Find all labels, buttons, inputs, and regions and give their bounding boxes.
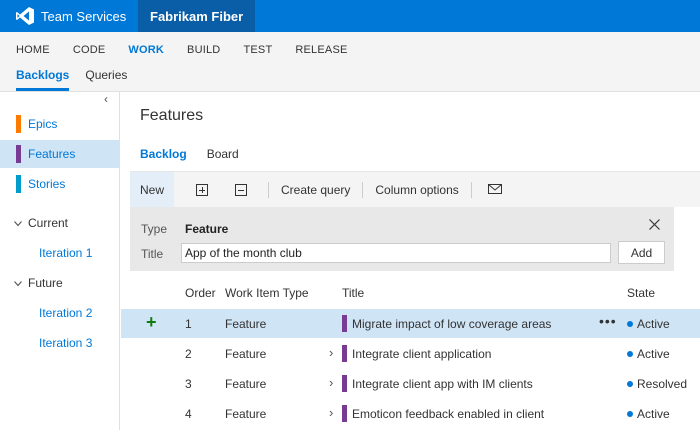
table-row[interactable]: 3 Feature › Integrate client app with IM… xyxy=(121,369,700,398)
title-input[interactable] xyxy=(181,243,611,263)
iteration-2-link[interactable]: Iteration 2 xyxy=(39,306,92,320)
hub-build[interactable]: BUILD xyxy=(187,44,220,56)
title-label: Title xyxy=(141,247,164,261)
feature-color-bar xyxy=(342,345,347,362)
chevron-right-icon[interactable]: › xyxy=(329,375,333,390)
row-order: 3 xyxy=(185,377,192,391)
create-query-button[interactable]: Create query xyxy=(281,183,350,197)
sidebar-item-features[interactable]: Features xyxy=(0,140,119,168)
column-header-work-item-type[interactable]: Work Item Type xyxy=(225,286,309,300)
backlog-toolbar: New Create query Column options xyxy=(130,171,700,208)
iteration-3-link[interactable]: Iteration 3 xyxy=(39,336,92,350)
row-state: Active xyxy=(637,347,670,361)
pivot-queries[interactable]: Queries xyxy=(85,68,127,91)
hub-home[interactable]: HOME xyxy=(16,44,50,56)
row-order: 2 xyxy=(185,347,192,361)
sidebar-item-stories[interactable]: Stories xyxy=(0,170,119,198)
pivot-backlogs[interactable]: Backlogs xyxy=(16,68,70,91)
row-title[interactable]: Migrate impact of low coverage areas xyxy=(352,317,551,331)
column-header-title[interactable]: Title xyxy=(342,286,364,300)
row-state: Active xyxy=(637,317,670,331)
tab-backlog[interactable]: Backlog xyxy=(140,147,187,161)
type-label: Type xyxy=(141,222,168,236)
email-button[interactable] xyxy=(487,183,502,197)
sidebar-item-label: Epics xyxy=(28,117,58,131)
expand-all-button[interactable] xyxy=(196,183,209,196)
state-dot-icon xyxy=(627,351,633,357)
row-type: Feature xyxy=(225,347,267,361)
chevron-down-icon xyxy=(14,279,22,289)
backlog-sidebar: ‹ Epics Features Stories Current Iterati… xyxy=(0,92,120,430)
state-dot-icon xyxy=(627,321,633,327)
chevron-right-icon[interactable]: › xyxy=(329,405,333,420)
feature-color-bar xyxy=(16,145,21,163)
iteration-group-current[interactable]: Current xyxy=(14,216,68,230)
add-item-panel: Type Feature Title Add xyxy=(130,207,674,271)
epic-color-bar xyxy=(16,115,21,133)
story-color-bar xyxy=(16,175,21,193)
minus-square-icon xyxy=(235,183,248,196)
column-options-button[interactable]: Column options xyxy=(375,183,458,197)
close-icon[interactable] xyxy=(649,217,660,235)
row-order: 4 xyxy=(185,407,192,421)
sidebar-item-label: Stories xyxy=(28,177,66,191)
sidebar-item-label: Features xyxy=(28,147,76,161)
hub-code[interactable]: CODE xyxy=(73,44,106,56)
sidebar-item-epics[interactable]: Epics xyxy=(0,110,119,138)
main-content: Features Backlog Board New Create query … xyxy=(121,92,700,430)
state-dot-icon xyxy=(627,411,633,417)
row-type: Feature xyxy=(225,407,267,421)
feature-color-bar xyxy=(342,375,347,392)
iteration-1-link[interactable]: Iteration 1 xyxy=(39,246,92,260)
hub-release[interactable]: RELEASE xyxy=(295,44,347,56)
iteration-group-label: Current xyxy=(28,216,69,230)
feature-color-bar xyxy=(342,315,347,332)
tab-board[interactable]: Board xyxy=(207,147,239,161)
column-header-order[interactable]: Order xyxy=(185,286,216,300)
table-row[interactable]: 2 Feature › Integrate client application… xyxy=(121,339,700,368)
collapse-sidebar-icon[interactable]: ‹ xyxy=(104,92,108,106)
column-header-state[interactable]: State xyxy=(627,286,655,300)
hub-navigation: HOME CODE WORK BUILD TEST RELEASE Backlo… xyxy=(0,32,700,92)
toolbar-divider xyxy=(268,181,270,198)
toolbar-divider xyxy=(470,181,472,198)
row-type: Feature xyxy=(225,377,267,391)
row-title[interactable]: Emoticon feedback enabled in client xyxy=(352,407,544,421)
toolbar-divider xyxy=(362,181,364,198)
table-row[interactable]: 4 Feature › Emoticon feedback enabled in… xyxy=(121,399,700,428)
chevron-right-icon[interactable]: › xyxy=(329,345,333,360)
plus-square-icon xyxy=(196,183,209,196)
new-button[interactable]: New xyxy=(130,171,175,208)
plus-icon[interactable]: + xyxy=(146,312,157,333)
add-button[interactable]: Add xyxy=(618,241,665,264)
hub-test[interactable]: TEST xyxy=(243,44,272,56)
project-selector[interactable]: Fabrikam Fiber xyxy=(138,0,256,32)
hub-work[interactable]: WORK xyxy=(128,44,164,56)
row-type: Feature xyxy=(225,317,267,331)
grid-header: Order Work Item Type Title State xyxy=(121,280,700,304)
top-bar: Team Services / xyxy=(0,0,700,32)
collapse-all-button[interactable] xyxy=(235,183,248,196)
iteration-group-future[interactable]: Future xyxy=(14,276,63,290)
mail-icon xyxy=(487,183,502,197)
row-state: Resolved xyxy=(637,377,688,391)
feature-color-bar xyxy=(342,405,347,422)
row-title[interactable]: Integrate client app with IM clients xyxy=(352,377,533,391)
more-icon[interactable]: ••• xyxy=(599,313,617,329)
chevron-down-icon xyxy=(14,219,22,229)
row-order: 1 xyxy=(185,317,192,331)
brand-name[interactable]: Team Services xyxy=(41,9,126,24)
row-state: Active xyxy=(637,407,670,421)
iteration-group-label: Future xyxy=(28,276,63,290)
type-value: Feature xyxy=(185,222,229,236)
row-title[interactable]: Integrate client application xyxy=(352,347,491,361)
state-dot-icon xyxy=(627,381,633,387)
table-row[interactable]: + 1 Feature Migrate impact of low covera… xyxy=(121,309,700,338)
page-title: Features xyxy=(140,107,204,124)
visual-studio-logo-icon[interactable] xyxy=(14,5,36,27)
